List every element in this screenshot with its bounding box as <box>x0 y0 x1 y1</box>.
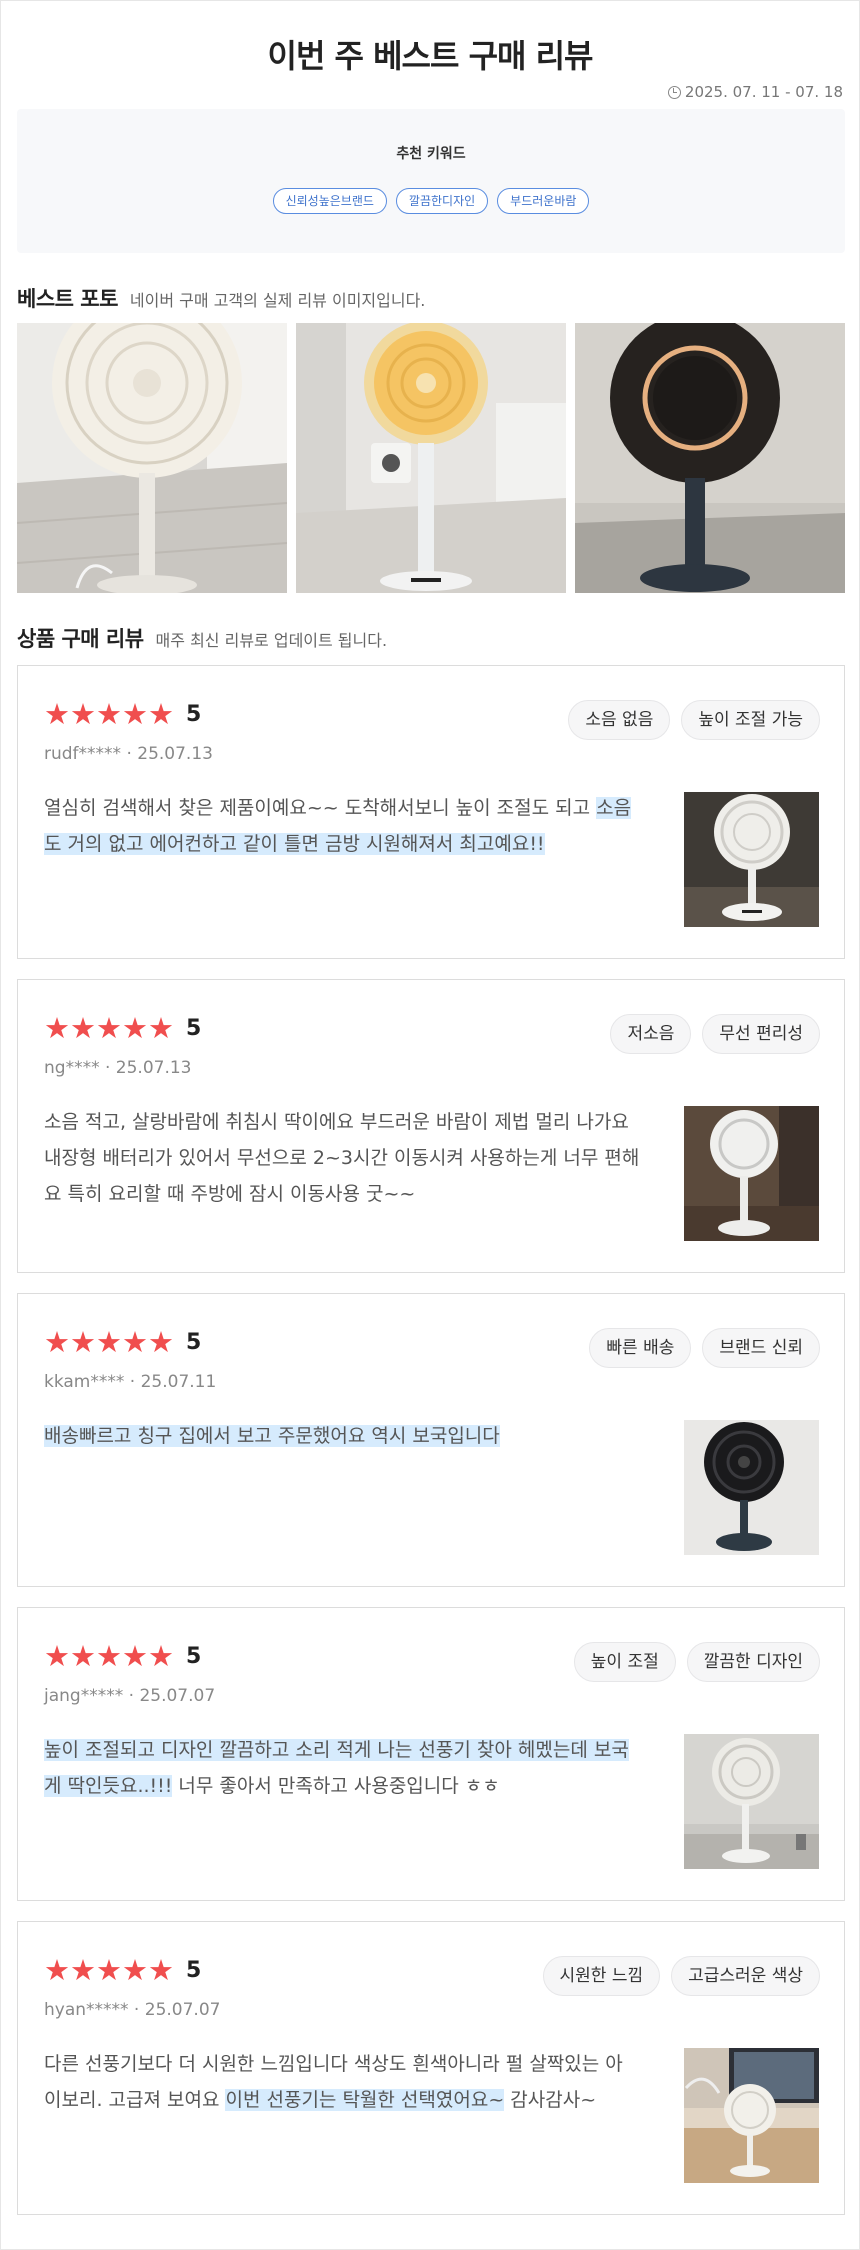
review-text-after: 감사감사~ <box>504 2089 597 2111</box>
keyword-tag[interactable]: 부드러운바람 <box>497 188 590 214</box>
review-photo-image <box>684 2048 819 2183</box>
reviews-title: 상품 구매 리뷰 <box>17 627 144 651</box>
rating-score: 5 <box>186 1957 202 1983</box>
review-meta: hyan***** · 25.07.07 <box>44 2000 221 2020</box>
review-tag[interactable]: 고급스러운 색상 <box>671 1956 820 1996</box>
date-range-text: 2025. 07. 11 - 07. 18 <box>684 83 843 101</box>
review-text-highlight: 이번 선풍기는 탁월한 선택였어요~ <box>225 2089 505 2111</box>
reviews-header: 상품 구매 리뷰 매주 최신 리뷰로 업데이트 됩니다. <box>17 623 387 653</box>
review-photo-image <box>684 792 819 927</box>
review-tags: 시원한 느낌 고급스러운 색상 <box>542 1956 820 1996</box>
star-rating-icon: ★★★★★ <box>44 1953 174 1987</box>
star-rating-icon: ★★★★★ <box>44 1325 174 1359</box>
review-text-after: 너무 좋아서 만족하고 사용중입니다 ㅎㅎ <box>172 1775 500 1797</box>
review-photo-image <box>684 1734 819 1869</box>
review-tags: 빠른 배송 브랜드 신뢰 <box>589 1328 820 1368</box>
review-tag[interactable]: 깔끔한 디자인 <box>686 1642 820 1682</box>
star-rating-icon: ★★★★★ <box>44 697 174 731</box>
review-text: 배송빠르고 칭구 집에서 보고 주문했어요 역시 보국입니다 <box>44 1418 640 1454</box>
rating-score: 5 <box>186 1329 202 1355</box>
rating: ★★★★★ 5 <box>44 1011 202 1045</box>
review-text: 다른 선풍기보다 더 시원한 느낌입니다 색상도 흰색아니라 펄 살짝있는 아이… <box>44 2046 640 2118</box>
review-tag[interactable]: 무선 편리성 <box>702 1014 820 1054</box>
reviewer-name: jang***** <box>44 1686 124 1706</box>
review-tags: 높이 조절 깔끔한 디자인 <box>573 1642 820 1682</box>
review-date: 25.07.13 <box>137 744 213 764</box>
review-meta: rudf***** · 25.07.13 <box>44 744 213 764</box>
rating-score: 5 <box>186 1015 202 1041</box>
rating: ★★★★★ 5 <box>44 1639 202 1673</box>
keyword-tag[interactable]: 신뢰성높은브랜드 <box>272 188 387 214</box>
page: 이번 주 베스트 구매 리뷰 2025. 07. 11 - 07. 18 추천 … <box>0 0 860 2250</box>
keyword-tag[interactable]: 깔끔한디자인 <box>395 188 489 214</box>
rating: ★★★★★ 5 <box>44 1953 202 1987</box>
review-tag[interactable]: 높이 조절 <box>573 1642 676 1682</box>
review-tags: 소음 없음 높이 조절 가능 <box>568 700 820 740</box>
review-photo-image <box>684 1420 819 1555</box>
clock-icon <box>667 85 681 99</box>
review-photo[interactable] <box>684 2048 819 2183</box>
review-text-plain: 소음 적고, 살랑바람에 취침시 딱이에요 부드러운 바람이 제법 멀리 나가요… <box>44 1111 640 1205</box>
review-photo[interactable] <box>684 792 819 927</box>
review-photo[interactable] <box>684 1734 819 1869</box>
review-meta: kkam**** · 25.07.11 <box>44 1372 217 1392</box>
reviewer-name: hyan***** <box>44 2000 129 2020</box>
review-tag[interactable]: 저소음 <box>610 1014 692 1054</box>
keyword-title: 추천 키워드 <box>396 146 466 162</box>
review-date: 25.07.13 <box>115 1058 192 1078</box>
review-date: 25.07.11 <box>140 1372 217 1392</box>
best-photo[interactable] <box>17 323 287 593</box>
review-meta: ng**** · 25.07.13 <box>44 1058 192 1078</box>
review-text: 열심히 검색해서 찾은 제품이예요~~ 도착해서보니 높이 조절도 되고 소음도… <box>44 790 640 862</box>
date-range: 2025. 07. 11 - 07. 18 <box>667 83 843 101</box>
review-date: 25.07.07 <box>144 2000 221 2020</box>
star-rating-icon: ★★★★★ <box>44 1011 174 1045</box>
reviews-subtitle: 매주 최신 리뷰로 업데이트 됩니다. <box>155 631 388 650</box>
fan-photo-1 <box>17 323 287 593</box>
best-photo-subtitle: 네이버 구매 고객의 실제 리뷰 이미지입니다. <box>129 291 426 310</box>
rating-score: 5 <box>186 1643 202 1669</box>
review-meta: jang***** · 25.07.07 <box>44 1686 216 1706</box>
review-text-plain: 열심히 검색해서 찾은 제품이예요~~ 도착해서보니 높이 조절도 되고 <box>44 797 597 819</box>
best-photo-title: 베스트 포토 <box>17 287 118 311</box>
reviewer-name: kkam**** <box>44 1372 125 1392</box>
review-tag[interactable]: 브랜드 신뢰 <box>702 1328 820 1368</box>
review-card: ★★★★★ 5 kkam**** · 25.07.11 빠른 배송 브랜드 신뢰… <box>17 1293 845 1587</box>
review-card: ★★★★★ 5 ng**** · 25.07.13 저소음 무선 편리성 소음 … <box>17 979 845 1273</box>
fan-photo-2 <box>296 323 566 593</box>
fan-photo-3 <box>575 323 845 593</box>
best-photo-gallery <box>17 323 845 593</box>
review-date: 25.07.07 <box>139 1686 216 1706</box>
rating: ★★★★★ 5 <box>44 1325 202 1359</box>
review-text: 높이 조절되고 디자인 깔끔하고 소리 적게 나는 선풍기 찾아 헤멨는데 보국… <box>44 1732 640 1804</box>
reviewer-name: rudf***** <box>44 744 122 764</box>
reviewer-name: ng**** <box>44 1058 100 1078</box>
review-photo[interactable] <box>684 1106 819 1241</box>
review-tag[interactable]: 높이 조절 가능 <box>681 700 820 740</box>
review-tag[interactable]: 소음 없음 <box>568 700 671 740</box>
best-photo-header: 베스트 포토 네이버 구매 고객의 실제 리뷰 이미지입니다. <box>17 283 425 313</box>
review-card: ★★★★★ 5 hyan***** · 25.07.07 시원한 느낌 고급스러… <box>17 1921 845 2215</box>
review-card: ★★★★★ 5 jang***** · 25.07.07 높이 조절 깔끔한 디… <box>17 1607 845 1901</box>
star-rating-icon: ★★★★★ <box>44 1639 174 1673</box>
review-tag[interactable]: 빠른 배송 <box>589 1328 692 1368</box>
review-tag[interactable]: 시원한 느낌 <box>542 1956 661 1996</box>
review-photo[interactable] <box>684 1420 819 1555</box>
keyword-tags: 신뢰성높은브랜드 깔끔한디자인 부드러운바람 <box>17 188 845 214</box>
page-title: 이번 주 베스트 구매 리뷰 <box>267 37 594 75</box>
review-text: 소음 적고, 살랑바람에 취침시 딱이에요 부드러운 바람이 제법 멀리 나가요… <box>44 1104 640 1212</box>
keyword-box: 추천 키워드 신뢰성높은브랜드 깔끔한디자인 부드러운바람 <box>17 109 845 253</box>
best-photo[interactable] <box>296 323 566 593</box>
review-photo-image <box>684 1106 819 1241</box>
best-photo[interactable] <box>575 323 845 593</box>
review-tags: 저소음 무선 편리성 <box>610 1014 820 1054</box>
review-text-highlight: 배송빠르고 칭구 집에서 보고 주문했어요 역시 보국입니다 <box>44 1425 500 1447</box>
rating: ★★★★★ 5 <box>44 697 202 731</box>
review-card: ★★★★★ 5 rudf***** · 25.07.13 소음 없음 높이 조절… <box>17 665 845 959</box>
rating-score: 5 <box>186 701 202 727</box>
